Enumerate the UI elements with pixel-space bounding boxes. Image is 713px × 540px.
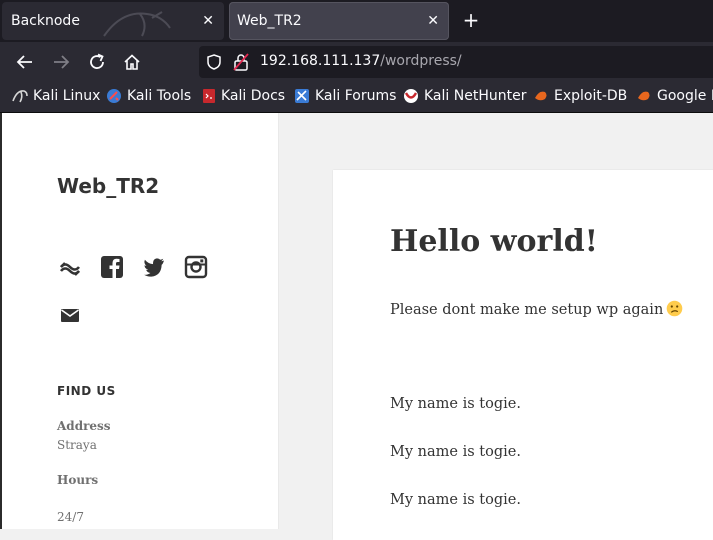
sidebar: Web_TR2 FIND US Address Straya Hours 24/… (0, 113, 279, 529)
kali-tools-icon (107, 89, 121, 103)
widget-title: FIND US (57, 384, 116, 398)
reload-button[interactable] (85, 50, 109, 74)
home-button[interactable] (120, 50, 144, 74)
bookmarks-toolbar: Kali Linux Kali Tools Kali Docs Kali For… (0, 82, 713, 113)
bookmark-google-hacking-db[interactable]: Google Hacking DB (636, 88, 713, 104)
ghdb-icon (638, 91, 650, 101)
forward-button[interactable] (49, 50, 73, 74)
back-button[interactable] (13, 50, 37, 74)
kali-docs-icon (203, 89, 215, 103)
facebook-icon[interactable] (99, 254, 125, 280)
bookmark-kali-nethunter[interactable]: Kali NetHunter (403, 88, 526, 104)
url-host: 192.168.111.137 (260, 53, 381, 69)
post-paragraph: My name is togie. (390, 492, 521, 508)
twitter-icon[interactable] (141, 254, 167, 280)
url-bar[interactable]: 192.168.111.137/wordpress/ (199, 46, 713, 78)
tab-title: Web_TR2 (237, 13, 302, 29)
close-tab-icon[interactable]: ✕ (427, 12, 439, 30)
web-page: Web_TR2 FIND US Address Straya Hours 24/… (0, 113, 713, 540)
instagram-icon[interactable] (183, 254, 209, 280)
arrow-left-icon (16, 55, 32, 69)
email-icon[interactable] (57, 302, 83, 328)
insecure-lock-icon[interactable] (233, 53, 249, 71)
confused-face-icon (666, 300, 683, 317)
post-paragraph: Please dont make me setup wp again (390, 300, 683, 318)
bookmark-kali-linux[interactable]: Kali Linux (12, 88, 100, 104)
post-title[interactable]: Hello world! (390, 224, 598, 259)
bookmark-kali-tools[interactable]: Kali Tools (106, 88, 191, 104)
shield-icon[interactable] (206, 54, 222, 70)
new-tab-button[interactable]: + (460, 8, 482, 32)
hours-value: 24/7 (57, 510, 84, 524)
arrow-right-icon (54, 55, 70, 69)
tab-web-tr2[interactable]: Web_TR2 ✕ (229, 2, 449, 40)
navigation-toolbar: 192.168.111.137/wordpress/ (0, 42, 713, 82)
tab-title: Backnode (11, 13, 80, 29)
address-value: Straya (57, 438, 97, 452)
post-paragraph: My name is togie. (390, 444, 521, 460)
post-article: Hello world! Please dont make me setup w… (333, 170, 713, 540)
site-title[interactable]: Web_TR2 (57, 174, 159, 198)
url-text[interactable]: 192.168.111.137/wordpress/ (260, 53, 462, 69)
post-paragraph: My name is togie. (390, 396, 521, 412)
kali-nethunter-icon (404, 89, 418, 103)
bookmark-kali-docs[interactable]: Kali Docs (202, 88, 285, 104)
home-icon (124, 54, 140, 70)
address-label: Address (57, 419, 111, 433)
kali-dragon-icon (12, 90, 28, 103)
kali-dragon-icon (103, 11, 171, 37)
url-path: /wordpress/ (380, 53, 462, 69)
bookmark-kali-forums[interactable]: Kali Forums (294, 88, 396, 104)
close-tab-icon[interactable]: ✕ (202, 12, 214, 30)
reload-icon (90, 53, 104, 69)
tab-strip: Backnode ✕ Web_TR2 ✕ + (0, 0, 713, 42)
tab-backnode[interactable]: Backnode ✕ (2, 2, 224, 40)
exploit-db-icon (535, 91, 547, 101)
bookmark-exploit-db[interactable]: Exploit-DB (533, 88, 627, 104)
kali-forums-icon (295, 89, 309, 103)
wordpress-icon[interactable] (57, 254, 83, 280)
hours-label: Hours (57, 473, 99, 487)
